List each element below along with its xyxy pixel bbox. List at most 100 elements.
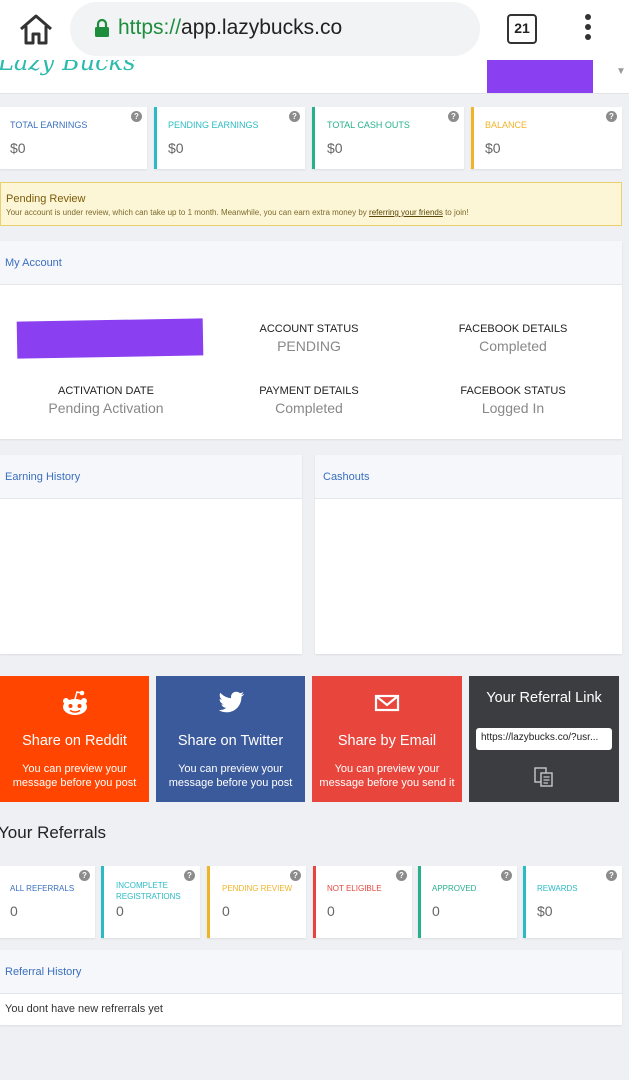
home-icon[interactable] xyxy=(18,12,54,46)
my-account-panel: My Account ACCOUNT STATUS PENDING FACEBO… xyxy=(0,241,622,439)
help-icon[interactable]: ? xyxy=(448,111,459,122)
facebook-status: FACEBOOK STATUS Logged In xyxy=(413,385,613,416)
share-twitter-button[interactable]: Share on Twitter You can preview your me… xyxy=(156,676,305,802)
alert-text-before: Your account is under review, which can … xyxy=(6,208,370,217)
twitter-icon xyxy=(218,691,244,713)
share-description: You can preview your message before you … xyxy=(312,762,462,790)
stat-label: INCOMPLETE REGISTRATIONS xyxy=(116,881,181,901)
stat-label: TOTAL EARNINGS xyxy=(10,120,88,130)
stat-value: $0 xyxy=(485,140,501,156)
accent-bar xyxy=(101,866,104,938)
redacted-account-name xyxy=(16,318,204,359)
alert-message: Your account is under review, which can … xyxy=(6,208,469,217)
stat-value: 0 xyxy=(10,903,18,919)
chevron-down-icon[interactable]: ▼ xyxy=(616,66,626,77)
help-icon[interactable]: ? xyxy=(184,870,195,881)
ref-stat-approved: APPROVED 0 ? xyxy=(418,866,517,938)
accent-bar xyxy=(313,866,316,938)
account-status: ACCOUNT STATUS PENDING xyxy=(209,323,409,354)
stat-label: TOTAL CASH OUTS xyxy=(327,120,410,130)
share-description-line: message before you post xyxy=(168,777,293,789)
info-value: Logged In xyxy=(481,400,545,416)
pending-review-alert: Pending Review Your account is under rev… xyxy=(0,182,622,226)
your-referrals-heading: Your Referrals xyxy=(0,823,107,842)
info-label: FACEBOOK DETAILS xyxy=(458,323,568,335)
share-description-line: You can preview your xyxy=(22,763,127,775)
accent-bar xyxy=(418,866,421,938)
copy-icon[interactable] xyxy=(533,766,555,788)
alert-text-after: to join! xyxy=(442,208,469,217)
panel-header: Cashouts xyxy=(315,455,622,499)
help-icon[interactable]: ? xyxy=(131,111,142,122)
info-label: ACCOUNT STATUS xyxy=(259,323,359,335)
envelope-icon xyxy=(374,694,400,712)
earning-history-panel: Earning History xyxy=(0,455,302,654)
info-value: Completed xyxy=(479,338,547,354)
stat-value: 0 xyxy=(432,903,440,919)
share-description: You can preview your message before you … xyxy=(0,762,149,790)
app-header: Lazy Bucks ▼ xyxy=(0,60,629,94)
ref-stat-pending-review: PENDING REVIEW 0 ? xyxy=(207,866,306,938)
info-label: FACEBOOK STATUS xyxy=(460,385,566,397)
ref-stat-not-eligible: NOT ELIGIBLE 0 ? xyxy=(313,866,412,938)
help-icon[interactable]: ? xyxy=(289,111,300,122)
accent-bar xyxy=(523,866,526,938)
app-logo[interactable]: Lazy Bucks xyxy=(0,60,135,76)
help-icon[interactable]: ? xyxy=(290,870,301,881)
tab-count-button[interactable]: 21 xyxy=(507,14,537,44)
share-title: Share on Twitter xyxy=(177,733,284,749)
info-value: PENDING xyxy=(277,338,341,354)
share-description: You can preview your message before you … xyxy=(156,762,305,790)
info-value: Pending Activation xyxy=(48,400,164,416)
help-icon[interactable]: ? xyxy=(606,111,617,122)
stat-label: PENDING REVIEW xyxy=(222,884,293,893)
stat-card-pending-earnings: PENDING EARNINGS $0 ? xyxy=(154,107,305,169)
info-label: ACTIVATION DATE xyxy=(58,385,154,397)
share-description-line: message before you post xyxy=(12,777,137,789)
panel-header: My Account xyxy=(0,241,622,285)
help-icon[interactable]: ? xyxy=(396,870,407,881)
reddit-icon xyxy=(62,690,87,715)
stat-card-total-cash-outs: TOTAL CASH OUTS $0 ? xyxy=(312,107,464,169)
info-label: PAYMENT DETAILS xyxy=(259,385,359,397)
accent-bar xyxy=(312,107,315,169)
referring-friends-link[interactable]: referring your friends xyxy=(369,208,443,217)
lock-icon xyxy=(95,18,109,37)
info-value: Completed xyxy=(275,400,343,416)
payment-details: PAYMENT DETAILS Completed xyxy=(209,385,409,416)
activation-date: ACTIVATION DATE Pending Activation xyxy=(6,385,206,416)
url-host: app.lazybucks.co xyxy=(181,16,343,39)
help-icon[interactable]: ? xyxy=(501,870,512,881)
stat-card-total-earnings: TOTAL EARNINGS $0 ? xyxy=(0,107,147,169)
cashouts-panel: Cashouts xyxy=(315,455,622,654)
help-icon[interactable]: ? xyxy=(606,870,617,881)
share-reddit-button[interactable]: Share on Reddit You can preview your mes… xyxy=(0,676,149,802)
stat-value: 0 xyxy=(222,903,230,919)
overflow-menu-icon[interactable] xyxy=(578,14,598,44)
panel-header: Earning History xyxy=(0,455,302,499)
accent-bar xyxy=(207,866,210,938)
share-email-button[interactable]: Share by Email You can preview your mess… xyxy=(312,676,462,802)
panel-title: Cashouts xyxy=(323,471,370,483)
stat-label: PENDING EARNINGS xyxy=(168,120,259,130)
stat-label: ALL REFERRALS xyxy=(10,884,75,893)
ref-stat-incomplete-registrations: INCOMPLETE REGISTRATIONS 0 ? xyxy=(101,866,200,938)
panel-title: Referral History xyxy=(5,966,82,978)
share-description-line: You can preview your xyxy=(334,763,440,775)
address-bar[interactable]: https://app.lazybucks.co xyxy=(70,2,480,56)
share-title: Share on Reddit xyxy=(22,733,127,749)
accent-bar xyxy=(154,107,157,169)
stat-label: NOT ELIGIBLE xyxy=(327,884,382,893)
stat-label: BALANCE xyxy=(485,120,528,130)
help-icon[interactable]: ? xyxy=(79,870,90,881)
referral-link-title: Your Referral Link xyxy=(486,690,602,706)
panel-title: My Account xyxy=(5,257,62,269)
referral-link-tile: Your Referral Link https://lazybucks.co/… xyxy=(469,676,619,802)
stat-value: $0 xyxy=(168,140,184,156)
panel-title: Earning History xyxy=(5,471,81,483)
referral-link-field[interactable]: https://lazybucks.co/?usr... xyxy=(476,728,612,750)
referral-history-panel: Referral History You dont have new refre… xyxy=(0,950,622,1025)
stat-label: APPROVED xyxy=(432,884,477,893)
share-title: Share by Email xyxy=(337,733,437,749)
share-description-line: message before you send it xyxy=(319,777,455,789)
